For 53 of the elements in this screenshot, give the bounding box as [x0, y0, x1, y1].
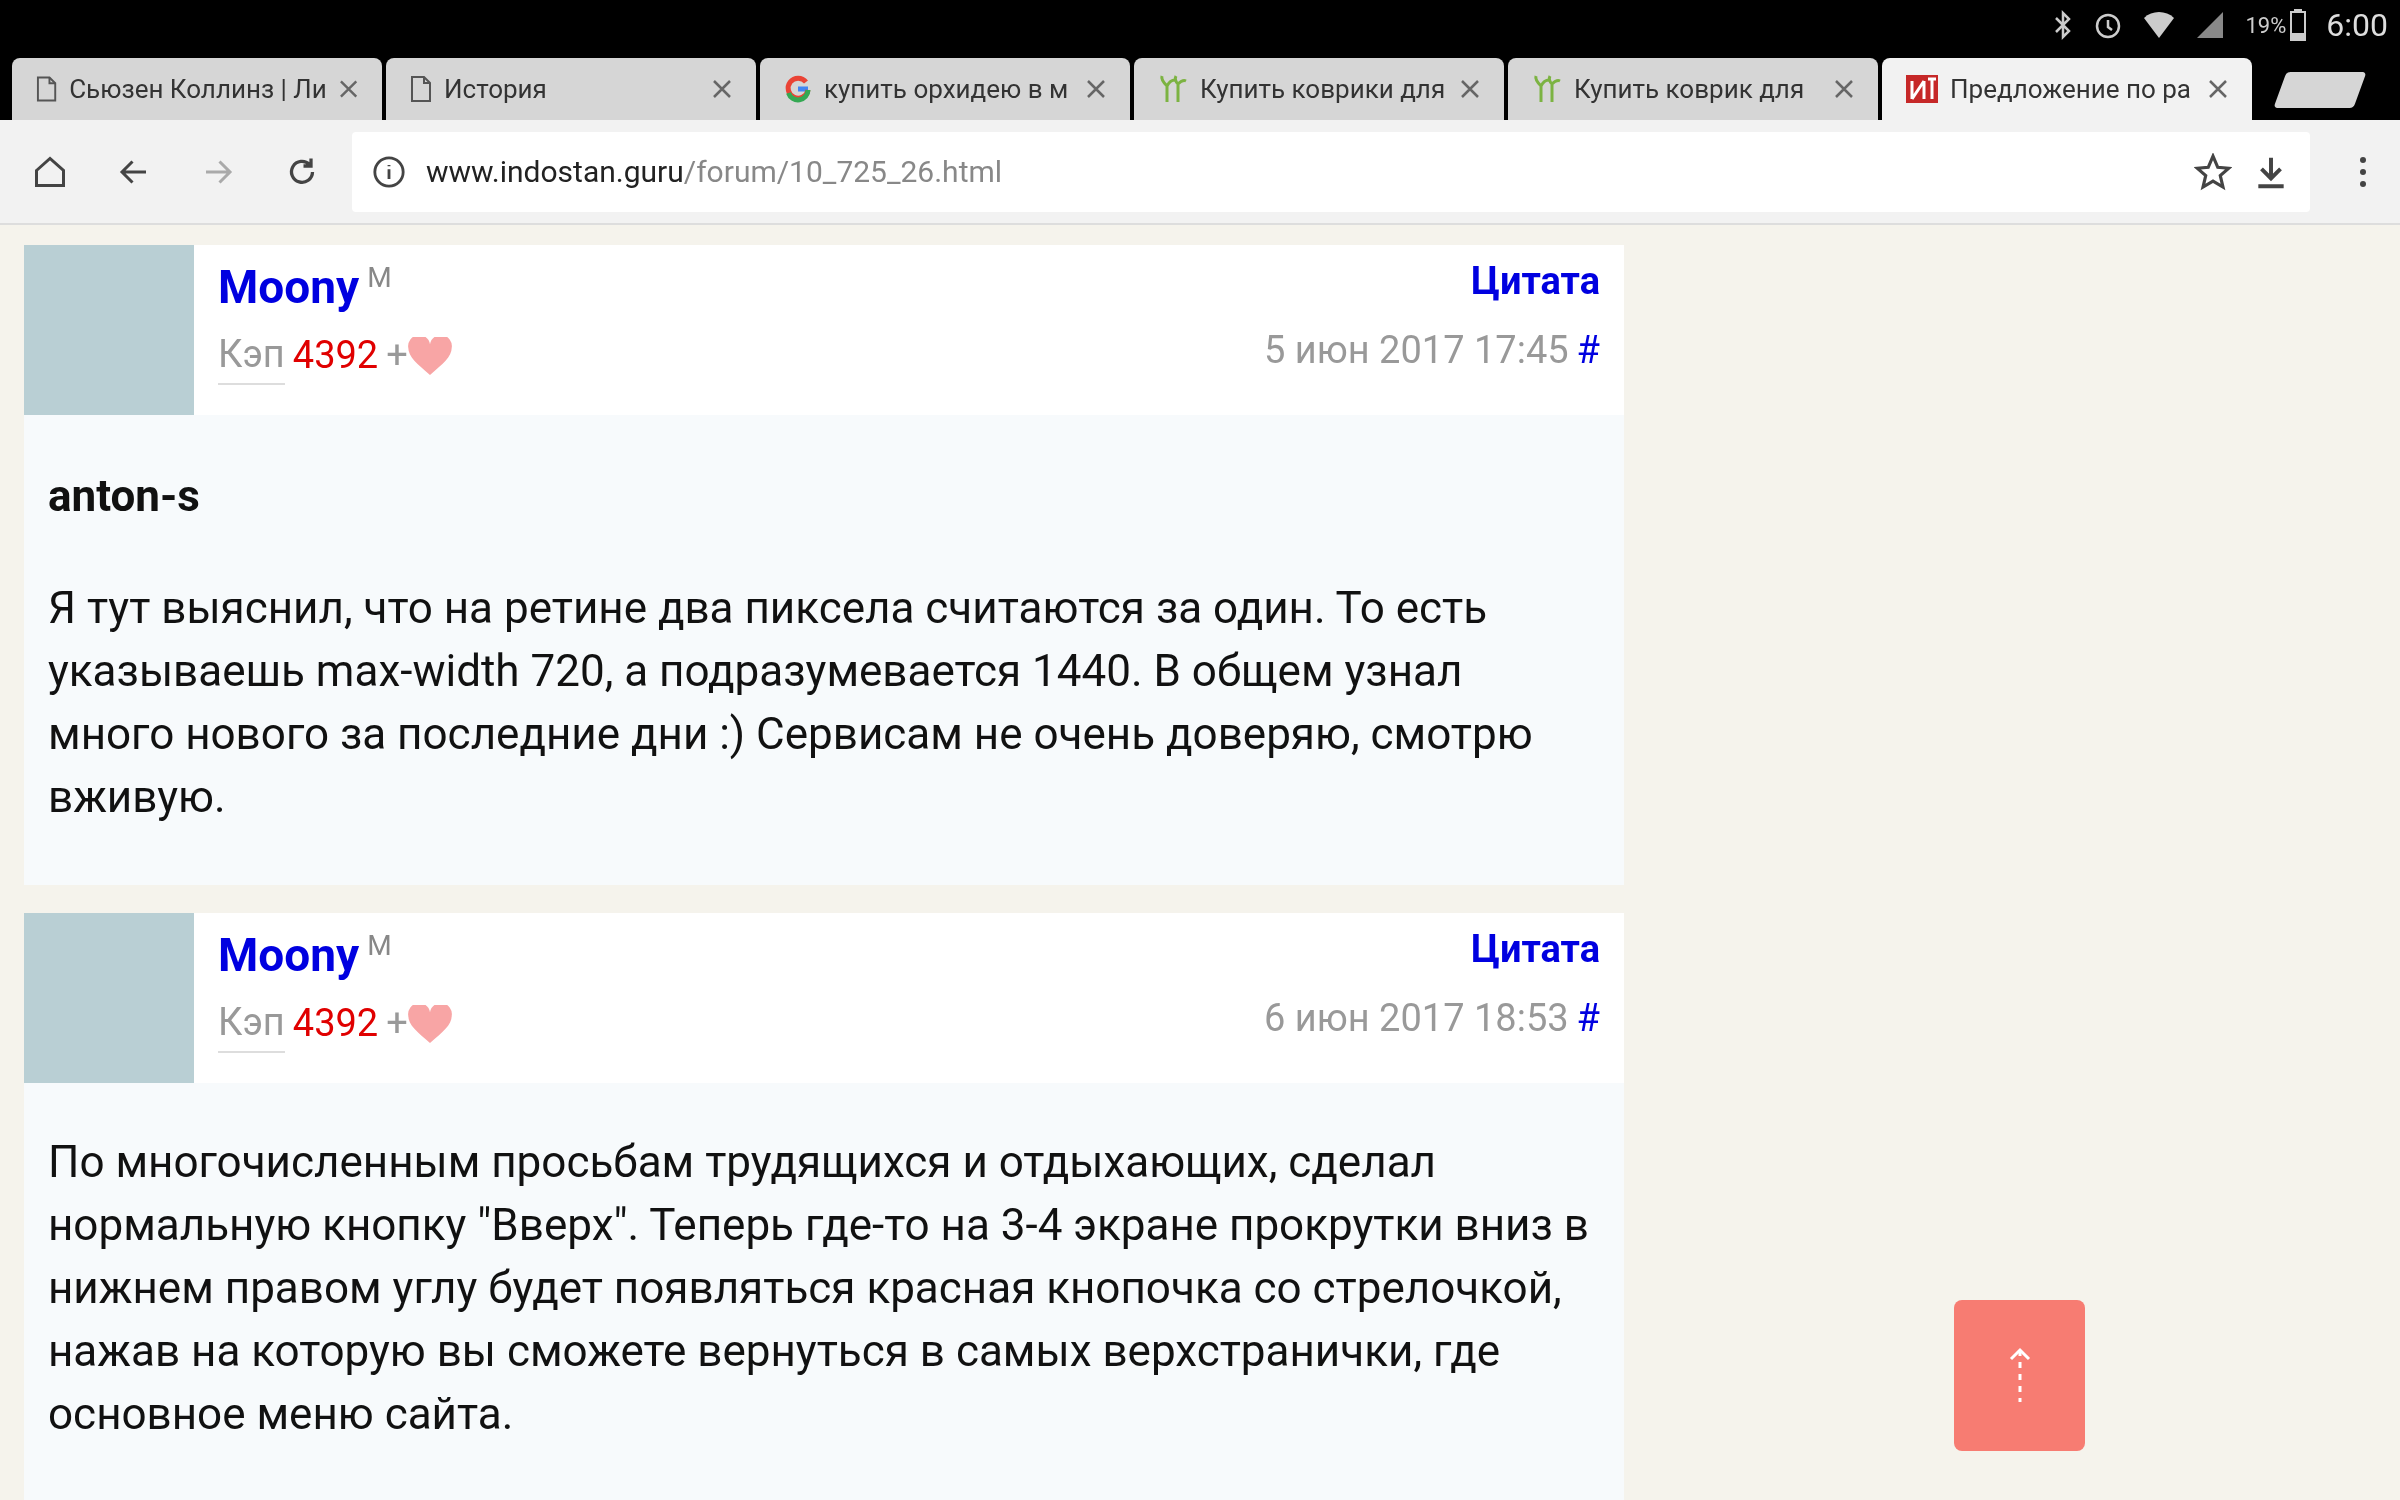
author-name[interactable]: Moony [218, 921, 360, 990]
page-icon [36, 75, 58, 103]
battery-percent: 19% [2245, 11, 2287, 40]
close-icon[interactable] [338, 79, 358, 99]
plant-icon [1532, 74, 1562, 104]
star-icon[interactable] [2194, 152, 2232, 191]
rank-label: Кэп [218, 326, 285, 385]
url-text: www.indostan.guru/forum/10_725_26.html [426, 153, 1004, 191]
close-icon[interactable] [2208, 79, 2228, 99]
browser-tab[interactable]: Купить коврики для [1134, 58, 1504, 120]
anchor-link[interactable]: # [1576, 322, 1600, 379]
site-logo-icon [1906, 75, 1938, 103]
tab-title: купить орхидею в м [824, 72, 1070, 106]
quoted-username: anton-s [48, 469, 201, 524]
tab-title: Сьюзен Коллинз | Ли [69, 72, 327, 106]
close-icon[interactable] [712, 79, 732, 99]
clock-time: 6:00 [2326, 5, 2388, 46]
browser-tab[interactable]: Сьюзен Коллинз | Ли [12, 58, 382, 120]
rank-label: Кэп [218, 994, 285, 1053]
close-icon[interactable] [1086, 79, 1106, 99]
post-text: По многочисленным просьбам трудящихся и отдыхающих, сделал нормальную кнопку "Вверх". Теперь где-то на 3-4 экране прокрутки вниз в нижнем правом углу будет появляться красная кнопочка со стрелочкой, нажав на которую вы сможете вернуться в самых верхстранички, где основное меню сайта. [48, 1135, 1590, 1442]
post-text: Я тут выяснил, что на ретине два пиксела считаются за один. То есть указываешь max-width 720, а подразумевается 1440. В общем узнал много нового за последние дни :) Сервисам не очень доверяю, смотрю вживую. [48, 581, 1534, 825]
close-icon[interactable] [1834, 79, 1854, 99]
menu-icon[interactable] [2358, 154, 2368, 189]
post-date: 6 июн 2017 18:53 [1264, 995, 1569, 1042]
info-icon[interactable] [372, 154, 406, 189]
karma-count: 4392 [292, 332, 379, 379]
quote-link[interactable]: Цитата [1471, 921, 1600, 978]
browser-tab[interactable]: История [386, 58, 756, 120]
close-icon[interactable] [1460, 79, 1480, 99]
address-bar[interactable]: www.indostan.guru/forum/10_725_26.html [352, 131, 2310, 212]
anchor-link[interactable]: # [1576, 990, 1600, 1047]
post-date: 5 июн 2017 17:45 [1264, 327, 1569, 374]
gender-label: M [367, 260, 392, 296]
gender-label: M [367, 928, 392, 964]
heart-icon [407, 336, 452, 375]
heart-icon [407, 1004, 452, 1043]
tab-title: История [444, 72, 548, 106]
author-name[interactable]: Moony [218, 253, 360, 322]
tab-title: Предложение по ра [1950, 72, 2192, 106]
quote-link[interactable]: Цитата [1471, 253, 1600, 310]
wifi-icon [2143, 10, 2176, 40]
signal-icon [2195, 10, 2226, 40]
karma-count: 4392 [292, 1000, 379, 1047]
browser-tab[interactable]: Предложение по ра [1882, 58, 2252, 120]
battery-icon [2290, 9, 2307, 41]
browser-tab[interactable]: купить орхидею в м [760, 58, 1130, 120]
tab-title: Купить коврики для [1200, 72, 1447, 106]
plant-icon [1158, 74, 1188, 104]
browser-tab[interactable]: Купить коврик для [1508, 58, 1878, 120]
g-logo-icon [784, 75, 812, 103]
tab-title: Купить коврик для [1574, 72, 1806, 106]
page-icon [410, 75, 432, 103]
